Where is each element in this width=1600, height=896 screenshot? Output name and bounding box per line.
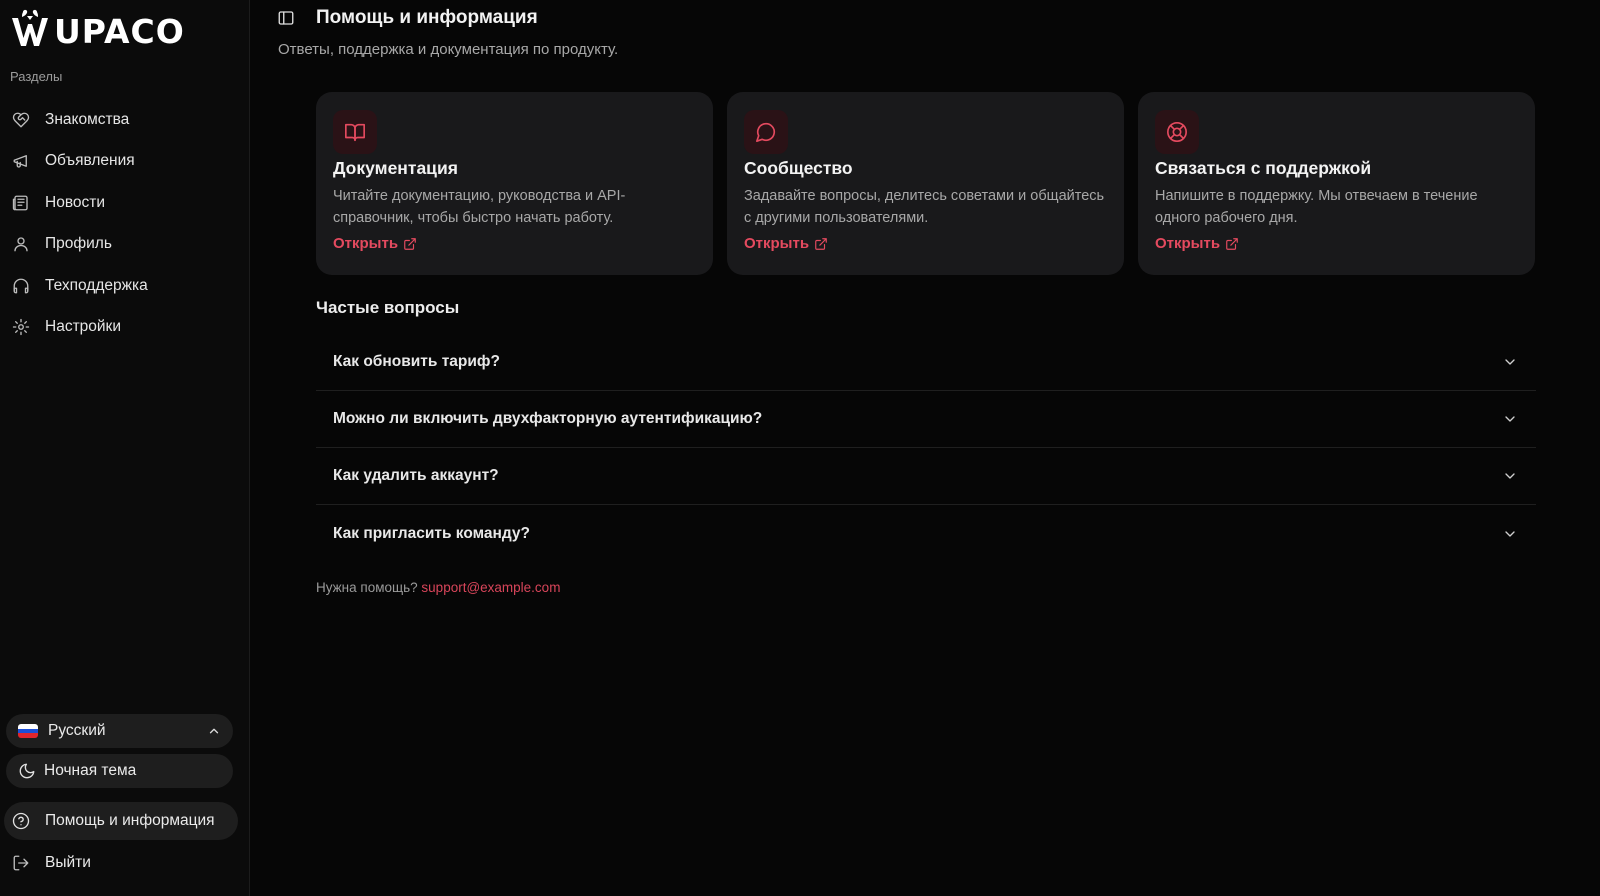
language-label: Русский (48, 722, 106, 739)
faq-question: Можно ли включить двухфакторную аутентиф… (333, 410, 763, 427)
faq-item[interactable]: Как удалить аккаунт? (316, 448, 1536, 505)
language-selector[interactable]: Русский (6, 714, 233, 748)
need-help-text: Нужна помощь? support@example.com (316, 580, 560, 595)
need-help-label: Нужна помощь? (316, 580, 418, 595)
logo-mark-icon (12, 9, 48, 46)
open-community-link[interactable]: Открыть (744, 235, 828, 252)
faq-question: Как обновить тариф? (333, 353, 500, 370)
card-title: Связаться с поддержкой (1155, 158, 1372, 178)
sidebar-item-label: Объявления (45, 152, 135, 170)
support-email-link[interactable]: support@example.com (421, 580, 560, 595)
faq-accordion: Как обновить тариф? Можно ли включить дв… (316, 334, 1536, 562)
faq-question: Как удалить аккаунт? (333, 467, 499, 484)
headphones-icon (12, 277, 30, 295)
chevron-down-icon (1502, 411, 1518, 427)
card-title: Документация (333, 158, 458, 178)
main-content: Помощь и информация Ответы, поддержка и … (250, 0, 1600, 896)
link-label: Открыть (744, 235, 810, 252)
sidebar-item-label: Техподдержка (45, 276, 148, 294)
sidebar-item-help[interactable]: Помощь и информация (4, 802, 238, 840)
sections-label: Разделы (10, 69, 63, 84)
sidebar-item-label: Настройки (45, 318, 122, 336)
sidebar-nav: Знакомства Объявления Новости Профиль Те… (0, 99, 250, 348)
chevron-down-icon (1502, 354, 1518, 370)
logo-text: UPACO (54, 12, 185, 51)
sidebar-item-settings[interactable]: Настройки (0, 307, 250, 349)
card-documentation: Документация Читайте документацию, руков… (316, 92, 713, 275)
card-description: Читайте документацию, руководства и API-… (333, 188, 626, 226)
chevron-up-icon (207, 724, 221, 738)
card-community: Сообщество Задавайте вопросы, делитесь с… (727, 92, 1124, 275)
faq-item[interactable]: Можно ли включить двухфакторную аутентиф… (316, 391, 1536, 448)
card-description: Задавайте вопросы, делитесь советами и о… (744, 188, 1105, 226)
faq-item[interactable]: Как пригласить команду? (316, 505, 1536, 562)
sidebar-item-support[interactable]: Техподдержка (0, 265, 250, 307)
sidebar: UPACO Разделы Знакомства Объявления Ново… (0, 0, 250, 896)
open-documentation-link[interactable]: Открыть (333, 235, 417, 252)
sidebar-item-label: Профиль (45, 235, 112, 253)
chevron-down-icon (1502, 468, 1518, 484)
external-link-icon (404, 237, 416, 250)
help-circle-icon (12, 812, 30, 830)
sidebar-item-label: Помощь и информация (45, 812, 215, 829)
link-label: Открыть (333, 235, 399, 252)
page-title: Помощь и информация (316, 7, 538, 28)
message-circle-icon (744, 110, 788, 154)
card-contact-support: Связаться с поддержкой Напишите в поддер… (1138, 92, 1535, 275)
chevron-down-icon (1502, 526, 1518, 542)
moon-icon (18, 762, 36, 780)
sidebar-item-profile[interactable]: Профиль (0, 224, 250, 266)
sidebar-item-ads[interactable]: Объявления (0, 141, 250, 183)
link-label: Открыть (1155, 235, 1221, 252)
book-open-icon (333, 110, 377, 154)
newspaper-icon (12, 194, 30, 212)
card-description: Напишите в поддержку. Мы отвечаем в тече… (1155, 188, 1478, 226)
gear-icon (12, 318, 30, 336)
night-theme-toggle[interactable]: Ночная тема (6, 754, 233, 788)
logout-label: Выйти (45, 854, 91, 871)
topbar: Помощь и информация (277, 6, 538, 30)
life-buoy-icon (1155, 110, 1199, 154)
logo[interactable]: UPACO (10, 8, 185, 48)
sidebar-item-dating[interactable]: Знакомства (0, 99, 250, 141)
open-support-link[interactable]: Открыть (1155, 235, 1239, 252)
external-link-icon (815, 237, 827, 250)
faq-question: Как пригласить команду? (333, 524, 530, 542)
megaphone-icon (12, 152, 30, 170)
theme-label: Ночная тема (44, 762, 137, 779)
card-title: Сообщество (744, 158, 853, 178)
help-cards: Документация Читайте документацию, руков… (316, 92, 1535, 275)
russian-flag-icon (18, 724, 38, 738)
logout-icon (12, 854, 30, 872)
faq-title: Частые вопросы (316, 298, 460, 317)
sidebar-item-label: Знакомства (45, 110, 130, 128)
sidebar-toggle-icon[interactable] (277, 9, 295, 27)
user-icon (12, 235, 30, 253)
external-link-icon (1226, 237, 1238, 250)
sidebar-item-label: Новости (45, 193, 106, 211)
faq-item[interactable]: Как обновить тариф? (316, 334, 1536, 391)
logout-button[interactable]: Выйти (0, 844, 250, 882)
heart-handshake-icon (12, 111, 30, 129)
page-subtitle: Ответы, поддержка и документация по прод… (278, 41, 619, 58)
sidebar-item-news[interactable]: Новости (0, 182, 250, 224)
